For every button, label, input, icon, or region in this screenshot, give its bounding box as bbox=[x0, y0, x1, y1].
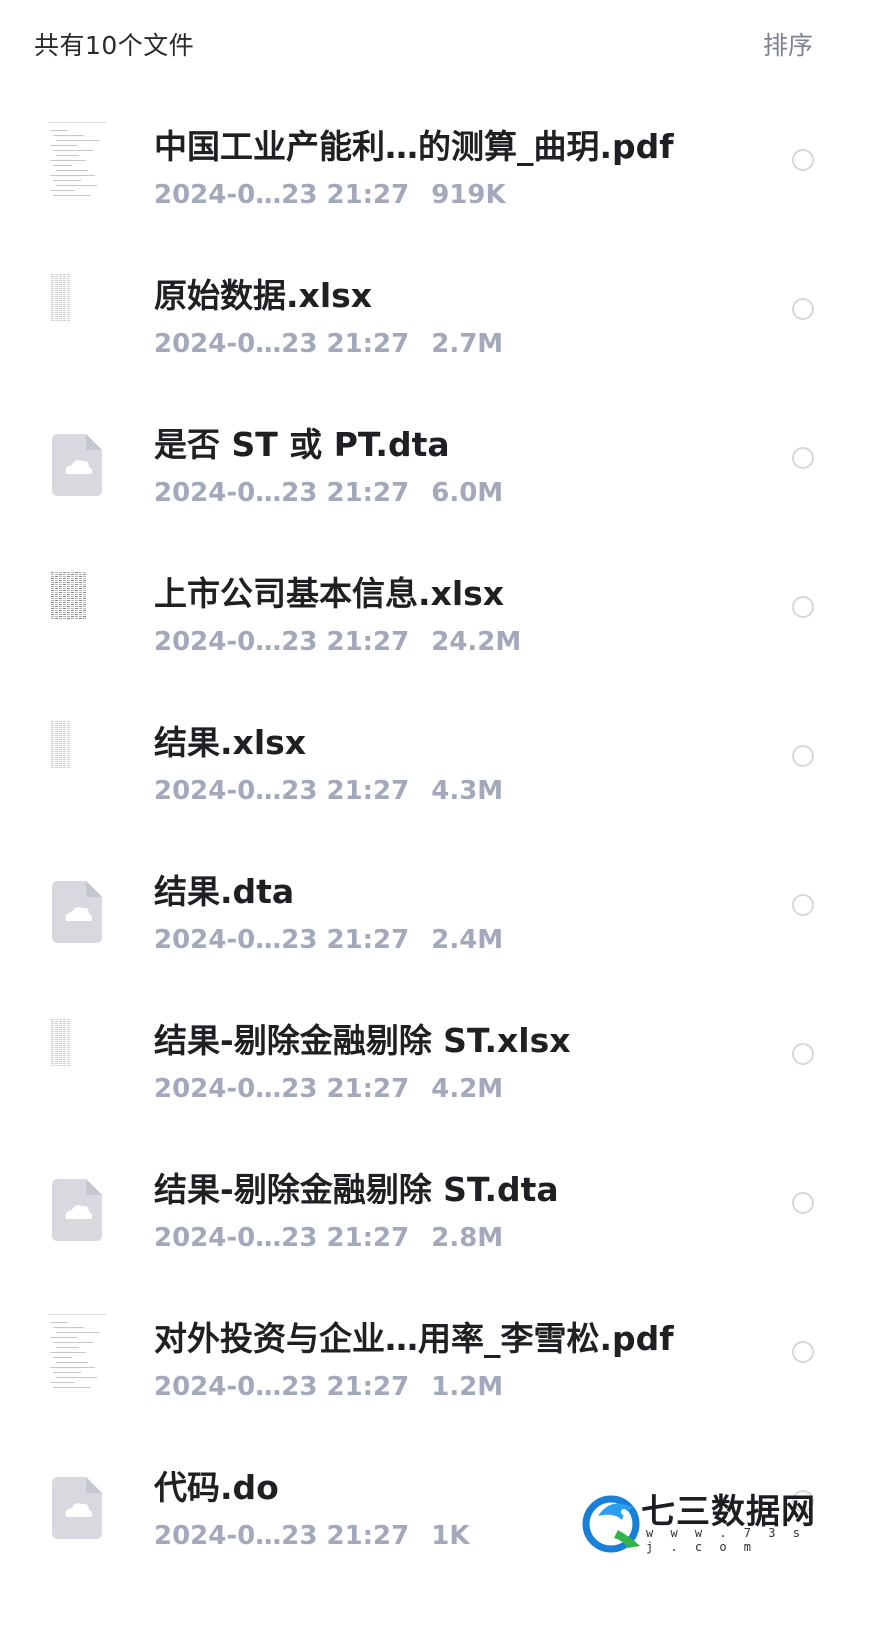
spreadsheet-thumbnail-icon bbox=[44, 712, 108, 804]
file-row[interactable]: 中国工业产能利…的测算_曲玥.pdf 2024-0…23 21:27 919K bbox=[0, 88, 887, 237]
select-radio-button[interactable] bbox=[792, 894, 814, 916]
file-name: 结果.dta bbox=[154, 872, 295, 911]
file-date: 2024-0…23 21:27 bbox=[154, 180, 410, 210]
file-date: 2024-0…23 21:27 bbox=[154, 478, 410, 508]
select-radio-button[interactable] bbox=[792, 745, 814, 767]
watermark-url: w w w . 7 3 s j . c o m bbox=[646, 1526, 805, 1554]
file-date: 2024-0…23 21:27 bbox=[154, 1521, 410, 1551]
select-radio-button[interactable] bbox=[792, 1341, 814, 1363]
file-date: 2024-0…23 21:27 bbox=[154, 925, 410, 955]
file-row[interactable]: 原始数据.xlsx 2024-0…23 21:27 2.7M bbox=[0, 237, 887, 386]
select-radio-button[interactable] bbox=[792, 149, 814, 171]
file-date: 2024-0…23 21:27 bbox=[154, 1074, 410, 1104]
file-size: 2.7M bbox=[431, 329, 504, 359]
file-row[interactable]: 结果.dta 2024-0…23 21:27 2.4M bbox=[0, 833, 887, 982]
file-meta: 2024-0…23 21:27 2.4M bbox=[154, 925, 503, 955]
file-size: 2.8M bbox=[431, 1223, 504, 1253]
file-meta: 2024-0…23 21:27 2.7M bbox=[154, 329, 503, 359]
file-row[interactable]: 对外投资与企业…用率_李雪松.pdf 2024-0…23 21:27 1.2M bbox=[0, 1280, 887, 1429]
file-name: 原始数据.xlsx bbox=[154, 276, 373, 315]
file-size: 4.3M bbox=[431, 776, 504, 806]
spreadsheet-thumbnail-icon bbox=[44, 265, 108, 357]
file-name: 对外投资与企业…用率_李雪松.pdf bbox=[154, 1319, 674, 1358]
sort-button[interactable]: 排序 bbox=[763, 26, 813, 62]
file-meta: 2024-0…23 21:27 6.0M bbox=[154, 478, 503, 508]
file-size: 2.4M bbox=[431, 925, 504, 955]
file-name: 结果.xlsx bbox=[154, 723, 307, 762]
file-meta: 2024-0…23 21:27 1K bbox=[154, 1521, 470, 1551]
pdf-thumbnail-icon bbox=[44, 1308, 108, 1400]
cloud-file-icon bbox=[44, 414, 108, 506]
select-radio-button[interactable] bbox=[792, 298, 814, 320]
file-row[interactable]: 结果-剔除金融剔除 ST.xlsx 2024-0…23 21:27 4.2M bbox=[0, 982, 887, 1131]
file-row[interactable]: 上市公司基本信息.xlsx 2024-0…23 21:27 24.2M bbox=[0, 535, 887, 684]
dragon-logo-icon bbox=[582, 1495, 640, 1553]
file-count-label: 共有10个文件 bbox=[34, 31, 195, 60]
file-size: 4.2M bbox=[431, 1074, 504, 1104]
spreadsheet-thumbnail-icon bbox=[44, 1010, 108, 1102]
file-size: 919K bbox=[431, 180, 506, 210]
select-radio-button[interactable] bbox=[792, 1043, 814, 1065]
file-meta: 2024-0…23 21:27 1.2M bbox=[154, 1372, 503, 1402]
file-name: 中国工业产能利…的测算_曲玥.pdf bbox=[154, 127, 674, 166]
file-meta: 2024-0…23 21:27 2.8M bbox=[154, 1223, 503, 1253]
file-name: 是否 ST 或 PT.dta bbox=[154, 425, 450, 464]
file-name: 代码.do bbox=[154, 1468, 279, 1507]
select-radio-button[interactable] bbox=[792, 447, 814, 469]
file-list: 中国工业产能利…的测算_曲玥.pdf 2024-0…23 21:27 919K 原始数… bbox=[0, 88, 887, 1578]
file-size: 24.2M bbox=[431, 627, 522, 657]
file-date: 2024-0…23 21:27 bbox=[154, 776, 410, 806]
file-date: 2024-0…23 21:27 bbox=[154, 1223, 410, 1253]
watermark-logo: 七三数据网 w w w . 7 3 s j . c o m bbox=[578, 1480, 828, 1570]
file-meta: 2024-0…23 21:27 24.2M bbox=[154, 627, 521, 657]
file-row[interactable]: 结果-剔除金融剔除 ST.dta 2024-0…23 21:27 2.8M bbox=[0, 1131, 887, 1280]
list-header: 共有10个文件 排序 bbox=[0, 0, 887, 90]
cloud-file-icon bbox=[44, 1159, 108, 1251]
select-radio-button[interactable] bbox=[792, 596, 814, 618]
select-radio-button[interactable] bbox=[792, 1192, 814, 1214]
file-row[interactable]: 是否 ST 或 PT.dta 2024-0…23 21:27 6.0M bbox=[0, 386, 887, 535]
file-size: 6.0M bbox=[431, 478, 504, 508]
cloud-file-icon bbox=[44, 861, 108, 953]
file-date: 2024-0…23 21:27 bbox=[154, 329, 410, 359]
pdf-thumbnail-icon bbox=[44, 116, 108, 208]
file-date: 2024-0…23 21:27 bbox=[154, 1372, 410, 1402]
file-name: 结果-剔除金融剔除 ST.dta bbox=[154, 1170, 559, 1209]
file-row[interactable]: 结果.xlsx 2024-0…23 21:27 4.3M bbox=[0, 684, 887, 833]
file-name: 上市公司基本信息.xlsx bbox=[154, 574, 505, 613]
file-meta: 2024-0…23 21:27 919K bbox=[154, 180, 506, 210]
file-date: 2024-0…23 21:27 bbox=[154, 627, 410, 657]
cloud-file-icon bbox=[44, 1457, 108, 1549]
spreadsheet-thumbnail-dense-icon bbox=[44, 563, 108, 655]
file-name: 结果-剔除金融剔除 ST.xlsx bbox=[154, 1021, 571, 1060]
file-meta: 2024-0…23 21:27 4.3M bbox=[154, 776, 503, 806]
file-size: 1K bbox=[431, 1521, 470, 1551]
file-size: 1.2M bbox=[431, 1372, 504, 1402]
file-meta: 2024-0…23 21:27 4.2M bbox=[154, 1074, 503, 1104]
